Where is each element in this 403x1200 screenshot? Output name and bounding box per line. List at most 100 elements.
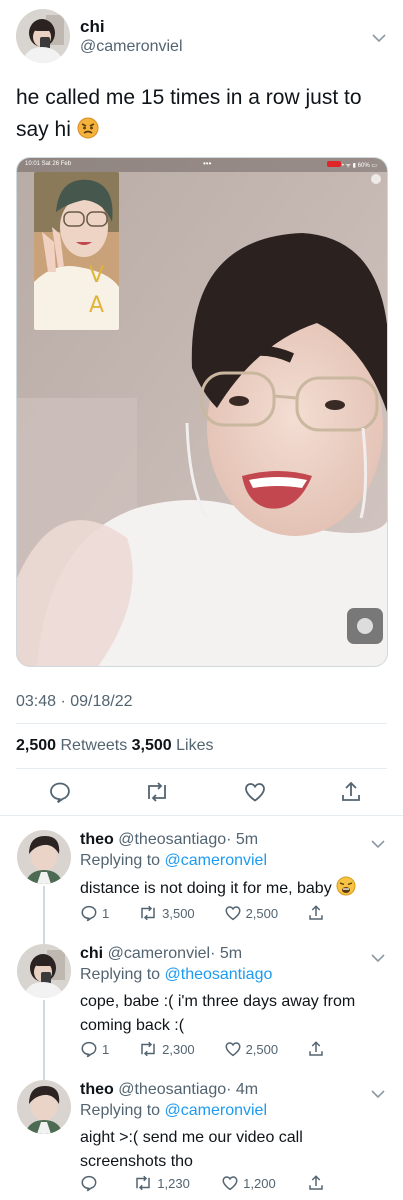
- chevron-down-icon[interactable]: [370, 1086, 386, 1102]
- share-button[interactable]: [307, 1174, 325, 1192]
- like-icon: [222, 1176, 238, 1191]
- share-button[interactable]: [307, 904, 325, 922]
- like-count: 1,200: [243, 1175, 276, 1191]
- weary-face-icon: [336, 876, 356, 904]
- tweet-author-handle[interactable]: @cameronviel: [80, 38, 183, 56]
- retweets-count[interactable]: 2,500: [16, 737, 56, 754]
- video-status-dots: •••: [203, 159, 212, 168]
- reply-button[interactable]: [80, 1174, 102, 1192]
- reply-time[interactable]: · 4m: [226, 1081, 258, 1098]
- tweet-text-content: he called me 15 times in a row just to s…: [16, 86, 362, 141]
- reply-text-content: distance is not doing it for me, baby: [80, 880, 332, 897]
- video-options-icon[interactable]: [371, 174, 381, 184]
- video-status-time: 10:01 Sat 26 Feb: [25, 161, 72, 167]
- likes-label[interactable]: Likes: [176, 737, 213, 754]
- angry-face-icon: [77, 117, 99, 149]
- like-count: 2,500: [245, 905, 279, 921]
- retweet-count: 2,300: [162, 1041, 195, 1057]
- share-icon: [309, 1041, 323, 1056]
- reply-author-handle[interactable]: @theosantiago: [118, 831, 226, 848]
- replying-to: Replying to @theosantiago: [80, 966, 272, 984]
- divider: [16, 723, 387, 724]
- retweet-button[interactable]: 1,230: [133, 1174, 190, 1192]
- divider: [0, 815, 403, 816]
- tweet-text: he called me 15 times in a row just to s…: [16, 82, 386, 149]
- tweet-action-bar: [48, 780, 363, 804]
- svg-text:A: A: [89, 293, 104, 318]
- replying-to-label: Replying to: [80, 852, 161, 869]
- like-icon[interactable]: [243, 780, 267, 804]
- thread-line: [43, 886, 45, 944]
- reply-header: chi @cameronviel· 5m: [80, 945, 242, 963]
- reply-time[interactable]: · 5m: [210, 945, 242, 962]
- reply-time[interactable]: · 5m: [226, 831, 258, 848]
- divider: [16, 768, 387, 769]
- like-button[interactable]: 1,200: [221, 1174, 276, 1192]
- chevron-down-icon[interactable]: [370, 950, 386, 966]
- like-button[interactable]: 2,500: [224, 904, 279, 922]
- reply-header: theo @theosantiago· 5m: [80, 831, 258, 849]
- like-count: 2,500: [245, 1041, 279, 1057]
- reply-icon: [81, 905, 97, 922]
- reply-author-handle[interactable]: @cameronviel: [108, 945, 211, 962]
- reply-author-avatar[interactable]: [17, 830, 71, 884]
- reply-action-bar: 1 3,500 2,500: [80, 904, 325, 922]
- reply-text: aight >:( send me our video call screens…: [80, 1129, 303, 1170]
- reply-icon: [81, 1041, 97, 1058]
- reply-text: cope, babe :( i'm three days away from c…: [80, 993, 356, 1034]
- share-button[interactable]: [307, 1040, 325, 1058]
- reply-count: 1: [102, 1041, 110, 1057]
- chevron-down-icon[interactable]: [371, 30, 387, 46]
- replying-to: Replying to @cameronviel: [80, 852, 267, 870]
- reply-count: 1: [102, 905, 110, 921]
- video-call-status-bar: 10:01 Sat 26 Feb ••• • ᯤ ▮ 60% ▭: [17, 158, 387, 172]
- tweet-timestamp[interactable]: 03:48 · 09/18/22: [16, 693, 133, 711]
- reply-author-name[interactable]: theo: [80, 831, 114, 848]
- retweet-icon: [136, 1175, 151, 1191]
- replying-to-label: Replying to: [80, 966, 161, 983]
- tweet-author-avatar[interactable]: [16, 9, 70, 63]
- replying-to-handle[interactable]: @cameronviel: [165, 852, 268, 869]
- likes-count[interactable]: 3,500: [132, 737, 172, 754]
- tweet-media-image[interactable]: 10:01 Sat 26 Feb ••• • ᯤ ▮ 60% ▭ V A: [16, 157, 388, 667]
- like-button[interactable]: 2,500: [224, 1040, 279, 1058]
- camera-icon: [357, 618, 373, 634]
- retweet-button[interactable]: 3,500: [138, 904, 195, 922]
- reply-button[interactable]: 1: [80, 904, 109, 922]
- retweet-count: 3,500: [162, 905, 195, 921]
- recording-indicator: [327, 161, 341, 167]
- replying-to-label: Replying to: [80, 1102, 161, 1119]
- replying-to-handle[interactable]: @theosantiago: [165, 966, 273, 983]
- reply-author-name[interactable]: chi: [80, 945, 103, 962]
- retweet-icon: [141, 905, 155, 921]
- retweets-label[interactable]: Retweets: [61, 737, 128, 754]
- reply-icon[interactable]: [48, 780, 72, 804]
- tweet-author-name[interactable]: chi: [80, 17, 105, 37]
- camera-toggle-button[interactable]: [347, 608, 383, 644]
- like-icon: [225, 1042, 241, 1057]
- reply-author-name[interactable]: theo: [80, 1081, 114, 1098]
- share-icon: [309, 905, 323, 920]
- reply-action-bar: 1,230 1,200: [80, 1174, 325, 1192]
- reply-author-avatar[interactable]: [17, 944, 71, 998]
- chevron-down-icon[interactable]: [370, 836, 386, 852]
- reply-action-bar: 1 2,300 2,500: [80, 1040, 325, 1058]
- share-icon: [309, 1175, 323, 1190]
- svg-text:V: V: [89, 263, 104, 288]
- reply-author-avatar[interactable]: [17, 1080, 71, 1134]
- like-icon: [225, 906, 241, 921]
- reply-header: theo @theosantiago· 4m: [80, 1081, 258, 1099]
- reply-author-handle[interactable]: @theosantiago: [118, 1081, 226, 1098]
- replying-to: Replying to @cameronviel: [80, 1102, 267, 1120]
- retweet-icon: [141, 1041, 155, 1057]
- retweet-button[interactable]: 2,300: [138, 1040, 195, 1058]
- share-icon[interactable]: [339, 780, 363, 804]
- retweet-icon[interactable]: [144, 780, 170, 804]
- reply-text: distance is not doing it for me, baby: [80, 876, 380, 904]
- video-status-battery: • ᯤ ▮ 60% ▭: [341, 163, 377, 169]
- reply-button[interactable]: 1: [80, 1040, 109, 1058]
- tweet-stats: 2,500 Retweets 3,500 Likes: [16, 737, 214, 755]
- retweet-count: 1,230: [157, 1175, 190, 1191]
- replying-to-handle[interactable]: @cameronviel: [165, 1102, 268, 1119]
- picture-in-picture-view: V A: [34, 172, 119, 330]
